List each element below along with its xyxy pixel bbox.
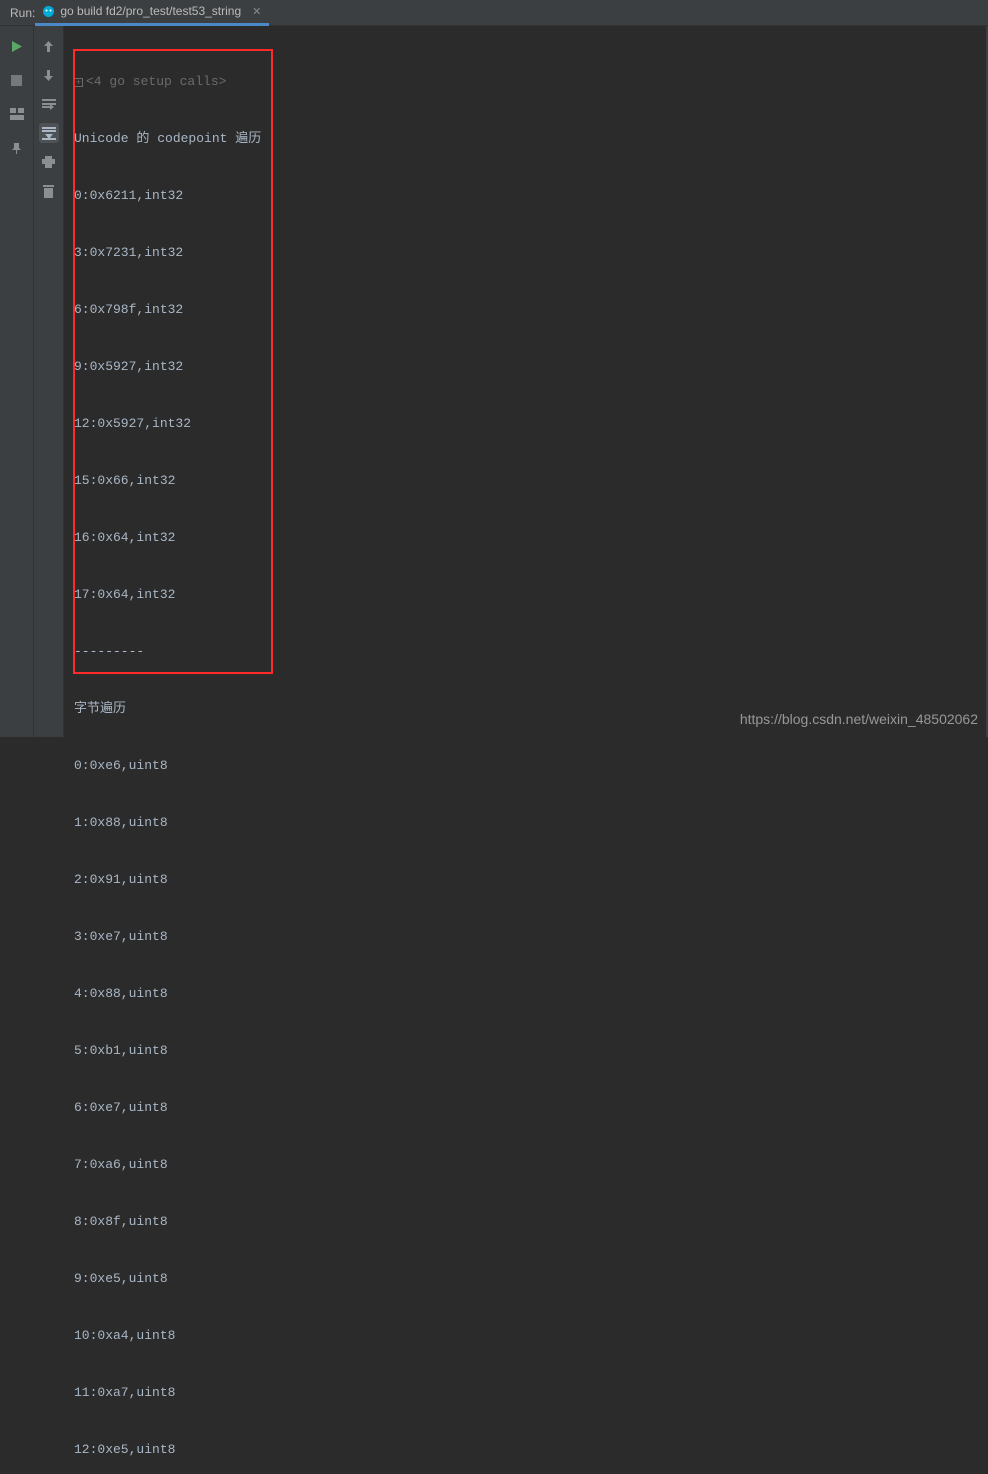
close-icon[interactable]: ✕: [252, 5, 261, 18]
watermark: https://blog.csdn.net/weixin_48502062: [740, 711, 978, 727]
output-line: 15:0x66,int32: [74, 471, 986, 490]
rerun-button[interactable]: [7, 36, 27, 56]
output-line: 6:0x798f,int32: [74, 300, 986, 319]
output-line: 9:0xe5,uint8: [74, 1269, 986, 1288]
print-button[interactable]: [39, 152, 59, 172]
output-line: 5:0xb1,uint8: [74, 1041, 986, 1060]
output-line: 12:0x5927,int32: [74, 414, 986, 433]
layout-button[interactable]: [7, 104, 27, 124]
output-line: 0:0x6211,int32: [74, 186, 986, 205]
output-line: 0:0xe6,uint8: [74, 756, 986, 775]
pin-button[interactable]: [7, 138, 27, 158]
output-line: 9:0x5927,int32: [74, 357, 986, 376]
output-line: 6:0xe7,uint8: [74, 1098, 986, 1117]
console-toolbar: [34, 26, 64, 737]
output-line: 7:0xa6,uint8: [74, 1155, 986, 1174]
output-line: 11:0xa7,uint8: [74, 1383, 986, 1402]
content-area: +<4 go setup calls> Unicode 的 codepoint …: [0, 26, 988, 737]
output-line: Unicode 的 codepoint 遍历: [74, 129, 986, 148]
up-arrow-icon[interactable]: [39, 36, 59, 56]
run-label: Run:: [10, 6, 35, 20]
run-tool-header: Run: go build fd2/pro_test/test53_string…: [0, 0, 988, 26]
output-line: 16:0x64,int32: [74, 528, 986, 547]
run-config-tab[interactable]: go build fd2/pro_test/test53_string ✕: [35, 0, 269, 26]
down-arrow-icon[interactable]: [39, 65, 59, 85]
delete-button[interactable]: [39, 181, 59, 201]
go-file-icon: [41, 4, 55, 18]
soft-wrap-button[interactable]: [39, 94, 59, 114]
output-line: ---------: [74, 642, 986, 661]
stop-button[interactable]: [7, 70, 27, 90]
output-line: 17:0x64,int32: [74, 585, 986, 604]
output-line: 12:0xe5,uint8: [74, 1440, 986, 1459]
left-toolbar: [0, 26, 34, 737]
output-line: 3:0x7231,int32: [74, 243, 986, 262]
output-line: 4:0x88,uint8: [74, 984, 986, 1003]
setup-calls-line: +<4 go setup calls>: [74, 72, 986, 91]
tab-title: go build fd2/pro_test/test53_string: [60, 4, 241, 18]
output-line: 3:0xe7,uint8: [74, 927, 986, 946]
output-line: 1:0x88,uint8: [74, 813, 986, 832]
output-line: 2:0x91,uint8: [74, 870, 986, 889]
output-line: 8:0x8f,uint8: [74, 1212, 986, 1231]
console-output[interactable]: +<4 go setup calls> Unicode 的 codepoint …: [64, 26, 986, 737]
scroll-to-end-button[interactable]: [39, 123, 59, 143]
output-line: 10:0xa4,uint8: [74, 1326, 986, 1345]
